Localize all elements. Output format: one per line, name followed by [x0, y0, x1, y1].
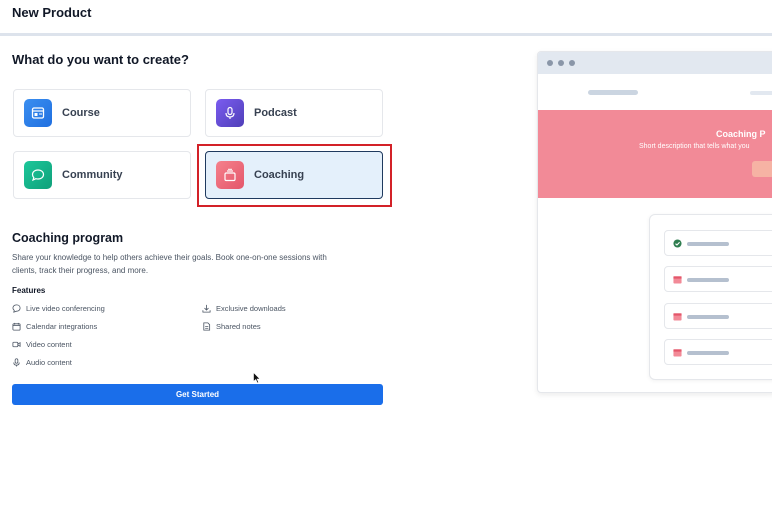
feature-item: Live video conferencing — [12, 304, 105, 313]
product-option-podcast[interactable]: Podcast — [205, 89, 383, 137]
preview-session-row — [664, 230, 772, 256]
product-option-label: Course — [62, 107, 100, 119]
preview-text-placeholder — [687, 351, 729, 355]
calendar-icon — [673, 276, 682, 284]
chat-bubble-icon — [24, 161, 52, 189]
feature-item: Audio content — [12, 358, 72, 367]
microphone-icon — [13, 358, 20, 367]
feature-label: Calendar integrations — [26, 322, 98, 331]
feature-item: Exclusive downloads — [202, 304, 286, 313]
preview-text-placeholder — [687, 315, 729, 319]
preview-text-placeholder — [687, 278, 729, 282]
page-title: New Product — [12, 5, 92, 20]
features-heading: Features — [12, 286, 46, 295]
product-option-community[interactable]: Community — [13, 151, 191, 199]
feature-label: Exclusive downloads — [216, 304, 286, 313]
download-icon — [202, 304, 211, 313]
get-started-button[interactable]: Get Started — [12, 384, 383, 405]
preview-nav-placeholder — [588, 90, 638, 95]
preview-session-row — [664, 339, 772, 365]
program-description: Share your knowledge to help others achi… — [12, 253, 327, 275]
document-icon — [203, 322, 211, 331]
feature-item: Shared notes — [202, 322, 261, 331]
feature-label: Audio content — [26, 358, 72, 367]
selection-highlight — [197, 144, 392, 207]
feature-item: Video content — [12, 340, 72, 349]
preview-hero-banner — [538, 110, 772, 198]
program-title: Coaching program — [12, 231, 124, 245]
video-icon — [12, 341, 21, 348]
chat-bubble-icon — [12, 304, 21, 313]
feature-label: Video content — [26, 340, 72, 349]
preview-hero-subtitle: Short description that tells what you — [639, 143, 750, 150]
feature-label: Shared notes — [216, 322, 261, 331]
calendar-icon — [673, 313, 682, 321]
feature-item: Calendar integrations — [12, 322, 97, 331]
preview-window-titlebar — [538, 52, 772, 74]
preview-hero-title: Coaching P — [716, 129, 766, 139]
preview-nav-placeholder — [750, 91, 772, 95]
microphone-icon — [216, 99, 244, 127]
course-icon — [24, 99, 52, 127]
window-dot-icon — [547, 60, 553, 66]
preview-text-placeholder — [687, 242, 729, 246]
window-dot-icon — [558, 60, 564, 66]
product-type-question: What do you want to create? — [12, 52, 189, 67]
preview-session-row — [664, 266, 772, 292]
calendar-icon — [12, 322, 21, 331]
preview-session-list — [649, 214, 772, 380]
window-dot-icon — [569, 60, 575, 66]
product-option-label: Community — [62, 169, 123, 181]
calendar-icon — [673, 349, 682, 357]
product-preview-window: Coaching P Short description that tells … — [537, 51, 772, 393]
mouse-cursor-icon — [253, 372, 261, 384]
header-bar: New Product — [0, 0, 772, 36]
preview-session-row — [664, 303, 772, 329]
product-option-label: Podcast — [254, 107, 297, 119]
preview-hero-button — [752, 161, 772, 177]
check-circle-icon — [673, 239, 682, 248]
product-option-course[interactable]: Course — [13, 89, 191, 137]
feature-label: Live video conferencing — [26, 304, 105, 313]
